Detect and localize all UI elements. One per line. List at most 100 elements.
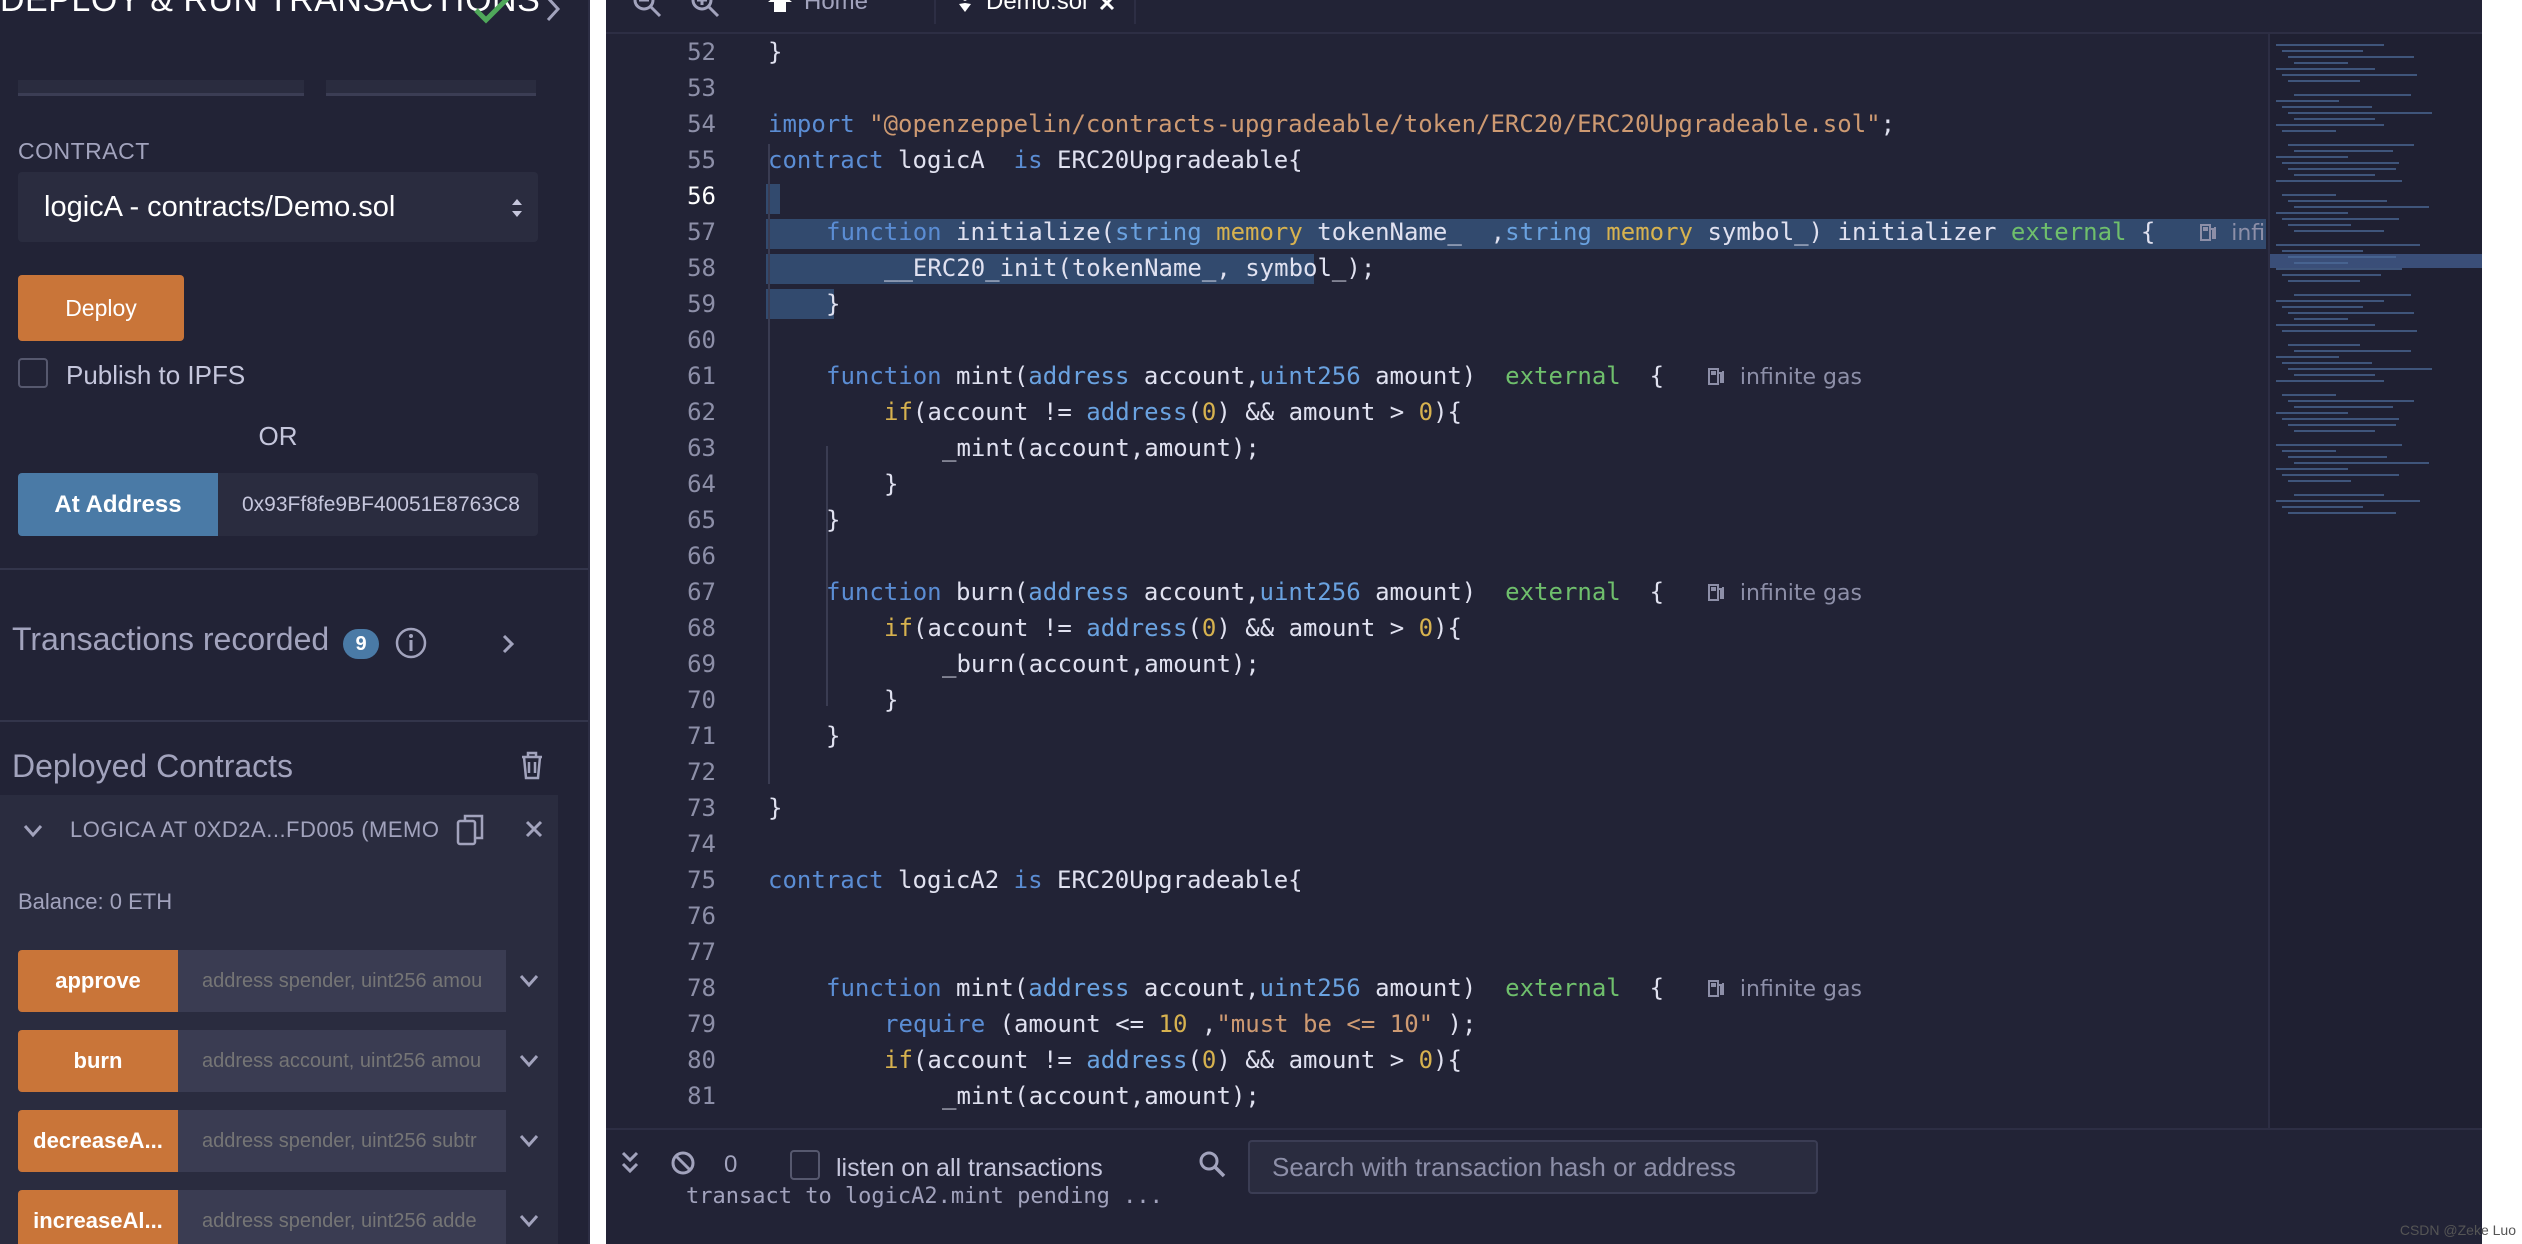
minimap-line [2294,406,2393,408]
balance-label: Balance: 0 ETH [18,889,173,914]
code-token: 0 [1418,614,1434,642]
burn-button[interactable]: burn [18,1030,178,1092]
trash-icon[interactable] [518,750,546,780]
line-number: 77 [687,938,716,966]
minimap-line [2288,312,2414,314]
line-number: 70 [687,686,716,714]
deploy-button[interactable]: Deploy [18,275,184,341]
code-token: _burn(account,amount); [942,650,1260,678]
chevron-right-icon[interactable] [540,0,566,26]
code-token: { [2126,218,2156,246]
contract-select-value: logicA - contracts/Demo.sol [44,191,396,223]
line-number: 75 [687,866,716,894]
code-token: tokenName_ , [1302,218,1506,246]
increase-allowance-button[interactable]: increaseAl... [18,1190,178,1244]
minimap-line [2276,268,2402,270]
listen-all-transactions-checkbox[interactable] [790,1150,820,1180]
code-token: symbol_) initializer [1693,218,2011,246]
chevron-down-icon[interactable] [518,1213,540,1229]
approve-args-input[interactable] [178,950,506,1012]
tab-demo-sol[interactable]: Demo.sol [936,0,1136,24]
decrease-allowance-args-input[interactable] [178,1110,506,1172]
at-address-input[interactable] [218,473,538,536]
code-token: memory [1201,218,1303,246]
minimap-line [2294,230,2384,232]
function-row-increase-allowance: increaseAl... [18,1190,558,1244]
at-address-button[interactable]: At Address [18,473,218,536]
minimap-line [2282,194,2336,196]
code-area[interactable]: 52 53 54 55 56 57 58 59 60 61 62 63 64 6… [606,34,2266,1128]
clear-console-icon[interactable] [670,1150,696,1176]
divider [0,568,588,570]
code-token: ) && amount > [1216,614,1419,642]
zoom-out-icon[interactable] [632,0,662,18]
code-token: 0 [1418,398,1434,426]
transactions-recorded-label[interactable]: Transactions recorded [12,621,329,658]
code-token: logicA2 [883,866,1014,894]
code-line: __ERC20_init(tokenName_, symbol_); [884,254,1375,282]
line-number: 59 [687,290,716,318]
panel-title: DEPLOY & RUN TRANSACTIONS [0,0,541,19]
minimap-line [2276,244,2420,246]
code-token: ) && amount > [1216,398,1419,426]
info-icon[interactable] [394,626,428,660]
code-token: (account != [912,614,1087,642]
gas-pump-icon [1708,980,1725,997]
chevron-right-icon[interactable] [500,632,516,656]
code-token: account, [1129,578,1260,606]
close-icon[interactable] [524,819,544,839]
approve-button[interactable]: approve [18,950,178,1012]
chevron-down-icon[interactable] [518,973,540,989]
minimap-line [2294,94,2411,96]
increase-allowance-args-input[interactable] [178,1190,506,1244]
contract-select[interactable]: logicA - contracts/Demo.sol [18,172,538,242]
minimap-line [2288,400,2414,402]
gas-estimate: infinite gas [1739,977,1862,1002]
code-token: ) && amount > [1216,1046,1419,1074]
minimap-line [2282,162,2399,164]
code-token: if [884,398,913,426]
code-token: _mint(account,amount); [942,434,1260,462]
code-line: } [768,38,782,66]
code-token: } [826,290,841,318]
watermark: CSDN @Zeke Luo [2399,1222,2516,1238]
burn-args-input[interactable] [178,1030,506,1092]
code-token: 10 [1158,1010,1188,1038]
code-token: address [1028,578,1130,606]
chevron-down-icon[interactable] [22,823,44,839]
copy-icon[interactable] [455,813,485,847]
code-minimap[interactable] [2268,34,2482,1128]
minimap-line [2294,374,2375,376]
publish-ipfs-checkbox[interactable] [18,358,48,388]
code-token: "@openzeppelin/contracts-upgradeable/tok… [869,110,1881,138]
zoom-in-icon[interactable] [690,0,720,18]
line-number: 76 [687,902,716,930]
code-token: 0 [1201,398,1217,426]
line-number: 58 [687,254,716,282]
tab-home[interactable]: Home [756,0,936,24]
gas-limit-field[interactable] [18,80,304,96]
code-token: (account != [912,1046,1087,1074]
transaction-search-input[interactable] [1248,1140,1818,1194]
line-number: 71 [687,722,716,750]
code-token: amount) [1360,362,1506,390]
code-token: mint( [941,362,1029,390]
minimap-line [2294,318,2348,320]
code-line: if(account != address(0) && amount > 0){ [884,1046,1463,1074]
minimap-line [2294,462,2429,464]
code-token: memory [1591,218,1693,246]
decrease-allowance-button[interactable]: decreaseA... [18,1110,178,1172]
collapse-terminal-icon[interactable] [620,1150,640,1176]
code-token: address [1086,1046,1188,1074]
selection [766,289,834,319]
code-line: import "@openzeppelin/contracts-upgradea… [768,110,1895,138]
minimap-line [2294,118,2375,120]
value-field[interactable] [326,80,536,96]
code-token: if [884,1046,913,1074]
chevron-down-icon[interactable] [518,1133,540,1149]
minimap-line [2288,224,2351,226]
gas-pump-icon [1708,584,1725,601]
close-tab-icon[interactable] [1098,0,1116,12]
chevron-down-icon[interactable] [518,1053,540,1069]
minimap-line [2288,456,2387,458]
